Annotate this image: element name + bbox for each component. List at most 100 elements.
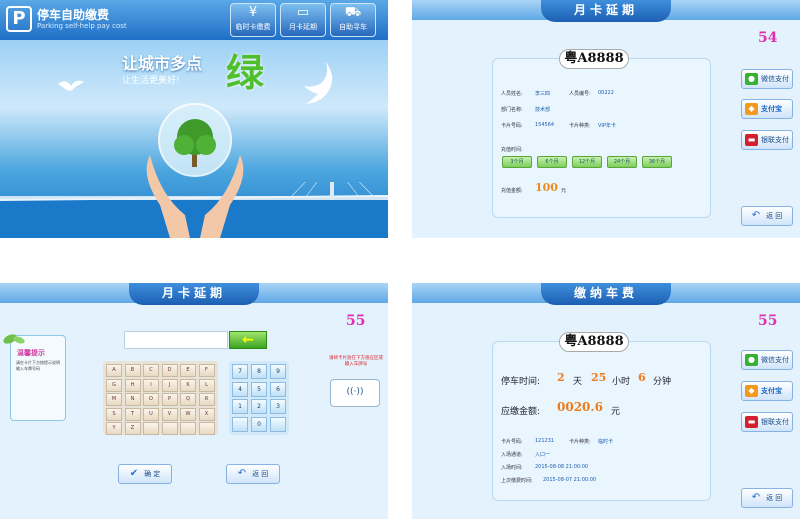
key-t[interactable]: T	[124, 407, 141, 421]
alipay-button[interactable]: ◆ 支付宝	[741, 381, 793, 401]
hands-globe-illustration	[146, 103, 244, 238]
find-car-label: 自助寻车	[339, 23, 367, 31]
page-title: 缴纳车费	[541, 283, 671, 305]
back-button[interactable]: ↶ 返 回	[741, 488, 793, 508]
key-f[interactable]: F	[198, 364, 215, 377]
wechat-pay-button[interactable]: ● 微信支付	[741, 69, 793, 89]
key-k[interactable]: K	[180, 378, 196, 392]
key-o[interactable]: O	[143, 393, 159, 406]
alipay-icon: ◆	[745, 103, 758, 115]
confirm-button[interactable]: ✔ 确 定	[118, 464, 172, 484]
unionpay-button[interactable]: ▬ 银联支付	[741, 130, 793, 150]
amount-due-label: 应缴金额:	[501, 407, 541, 417]
numkey-0[interactable]: 0	[251, 416, 267, 432]
wechat-pay-button[interactable]: ● 微信支付	[741, 350, 793, 370]
key-x[interactable]: X	[198, 407, 215, 421]
numkey-2[interactable]: 2	[251, 399, 267, 414]
unionpay-icon: ▬	[745, 416, 758, 428]
wechat-pay-label: 微信支付	[761, 356, 789, 364]
key-p[interactable]: P	[161, 393, 178, 406]
lane-value: 入口一	[535, 452, 551, 458]
key-g[interactable]: G	[106, 378, 122, 392]
find-car-button[interactable]: ⛟ 自助寻车	[330, 3, 376, 37]
temp-card-pay-label: 临时卡缴费	[235, 23, 271, 31]
member-info-card: 粤A8888 人员姓名: 李三四 人员编号: 00222 部门名称: 技术部 卡…	[492, 49, 711, 218]
confirm-label: 确 定	[144, 470, 161, 478]
key-blank	[198, 422, 215, 435]
unionpay-icon: ▬	[745, 134, 758, 146]
key-w[interactable]: W	[180, 407, 196, 421]
card-type-value: 临时卡	[598, 439, 614, 445]
plate-input-screen: 月卡延期 55 温馨提示 请在卡片下方按提示说明输入车牌号码 ← 请将卡片放在下…	[0, 283, 388, 519]
key-l[interactable]: L	[198, 378, 215, 392]
minutes-value: 6	[638, 371, 646, 384]
monthly-extend-label: 月卡延期	[289, 23, 317, 31]
key-h[interactable]: H	[124, 378, 141, 392]
slogan: 让城市多点	[122, 54, 203, 73]
fee-info-card: 粤A8888 停车时间: 2 天 25 小时 6 分钟 应缴金额: 0020.6…	[492, 332, 711, 501]
leaf-decor-icon	[3, 334, 25, 344]
key-z[interactable]: Z	[124, 422, 141, 435]
key-d[interactable]: D	[161, 364, 178, 377]
key-y[interactable]: Y	[106, 422, 122, 435]
temp-card-pay-button[interactable]: ¥ 临时卡缴费	[230, 3, 276, 37]
tip-text: 请在卡片下方按提示说明输入车牌号码	[16, 360, 60, 371]
key-v[interactable]: V	[161, 407, 178, 421]
alipay-icon: ◆	[745, 385, 758, 397]
back-button[interactable]: ↶ 返 回	[226, 464, 280, 484]
unionpay-button[interactable]: ▬ 银联支付	[741, 412, 793, 432]
month-36-button[interactable]: 36个月	[642, 156, 672, 168]
card-type-value: VIP年卡	[598, 123, 616, 129]
numkey-1[interactable]: 1	[232, 399, 248, 414]
card-no-label: 卡片号码:	[501, 123, 523, 129]
backspace-button[interactable]: ←	[229, 331, 267, 349]
brand-title: 停车自助缴费	[37, 8, 110, 22]
plate-input[interactable]	[124, 331, 228, 349]
key-c[interactable]: C	[143, 364, 159, 377]
key-m[interactable]: M	[106, 393, 122, 406]
key-b[interactable]: B	[124, 364, 141, 377]
hours-value: 25	[591, 371, 607, 384]
numkey-9[interactable]: 9	[270, 364, 286, 379]
monthly-extend-button[interactable]: ▭ 月卡延期	[280, 3, 326, 37]
back-label: 返 回	[766, 494, 783, 502]
card-type-label: 卡片种类:	[569, 439, 591, 445]
key-r[interactable]: R	[198, 393, 215, 406]
key-u[interactable]: U	[143, 407, 159, 421]
numkey-6[interactable]: 6	[270, 381, 286, 397]
key-e[interactable]: E	[180, 364, 196, 377]
numkey-4[interactable]: 4	[232, 381, 248, 397]
home-screen: P 停车自助缴费 Parking self-help pay cost ¥ 临时…	[0, 0, 388, 238]
name-value: 李三四	[535, 91, 551, 97]
key-i[interactable]: I	[143, 378, 159, 392]
pay-fee-screen: 缴纳车费 55 粤A8888 停车时间: 2 天 25 小时 6 分钟 应缴金额…	[412, 283, 800, 519]
numkey-8[interactable]: 8	[251, 364, 267, 379]
parking-logo-icon: P	[6, 6, 32, 32]
key-q[interactable]: Q	[180, 393, 196, 406]
numkey-5[interactable]: 5	[251, 381, 267, 397]
unionpay-label: 银联支付	[761, 418, 789, 426]
alipay-button[interactable]: ◆ 支付宝	[741, 99, 793, 119]
numkey-3[interactable]: 3	[270, 399, 286, 414]
entry-time-value: 2015-08-08 21:00:00	[535, 464, 589, 470]
month-3-button[interactable]: 3个月	[502, 156, 532, 168]
dove-small-icon	[58, 80, 84, 91]
back-arrow-icon: ↶	[751, 210, 761, 221]
month-6-button[interactable]: 6个月	[537, 156, 567, 168]
parking-time-label: 停车时间:	[501, 377, 541, 387]
numkey-7[interactable]: 7	[232, 364, 248, 379]
key-s[interactable]: S	[106, 407, 122, 421]
key-j[interactable]: J	[161, 378, 178, 392]
lane-label: 入场通道:	[501, 452, 523, 458]
back-button[interactable]: ↶ 返 回	[741, 206, 793, 226]
month-24-button[interactable]: 24个月	[607, 156, 637, 168]
amount-due-unit: 元	[611, 407, 621, 417]
backspace-arrow-icon: ←	[242, 332, 254, 348]
slogan-sub: 让生活更美好!	[122, 76, 180, 86]
card-type-label: 卡片种类:	[569, 123, 591, 129]
plate-number: 粤A8888	[559, 332, 629, 352]
month-12-button[interactable]: 12个月	[572, 156, 602, 168]
key-a[interactable]: A	[106, 364, 122, 377]
slogan-green-char: 绿	[226, 51, 265, 95]
key-n[interactable]: N	[124, 393, 141, 406]
